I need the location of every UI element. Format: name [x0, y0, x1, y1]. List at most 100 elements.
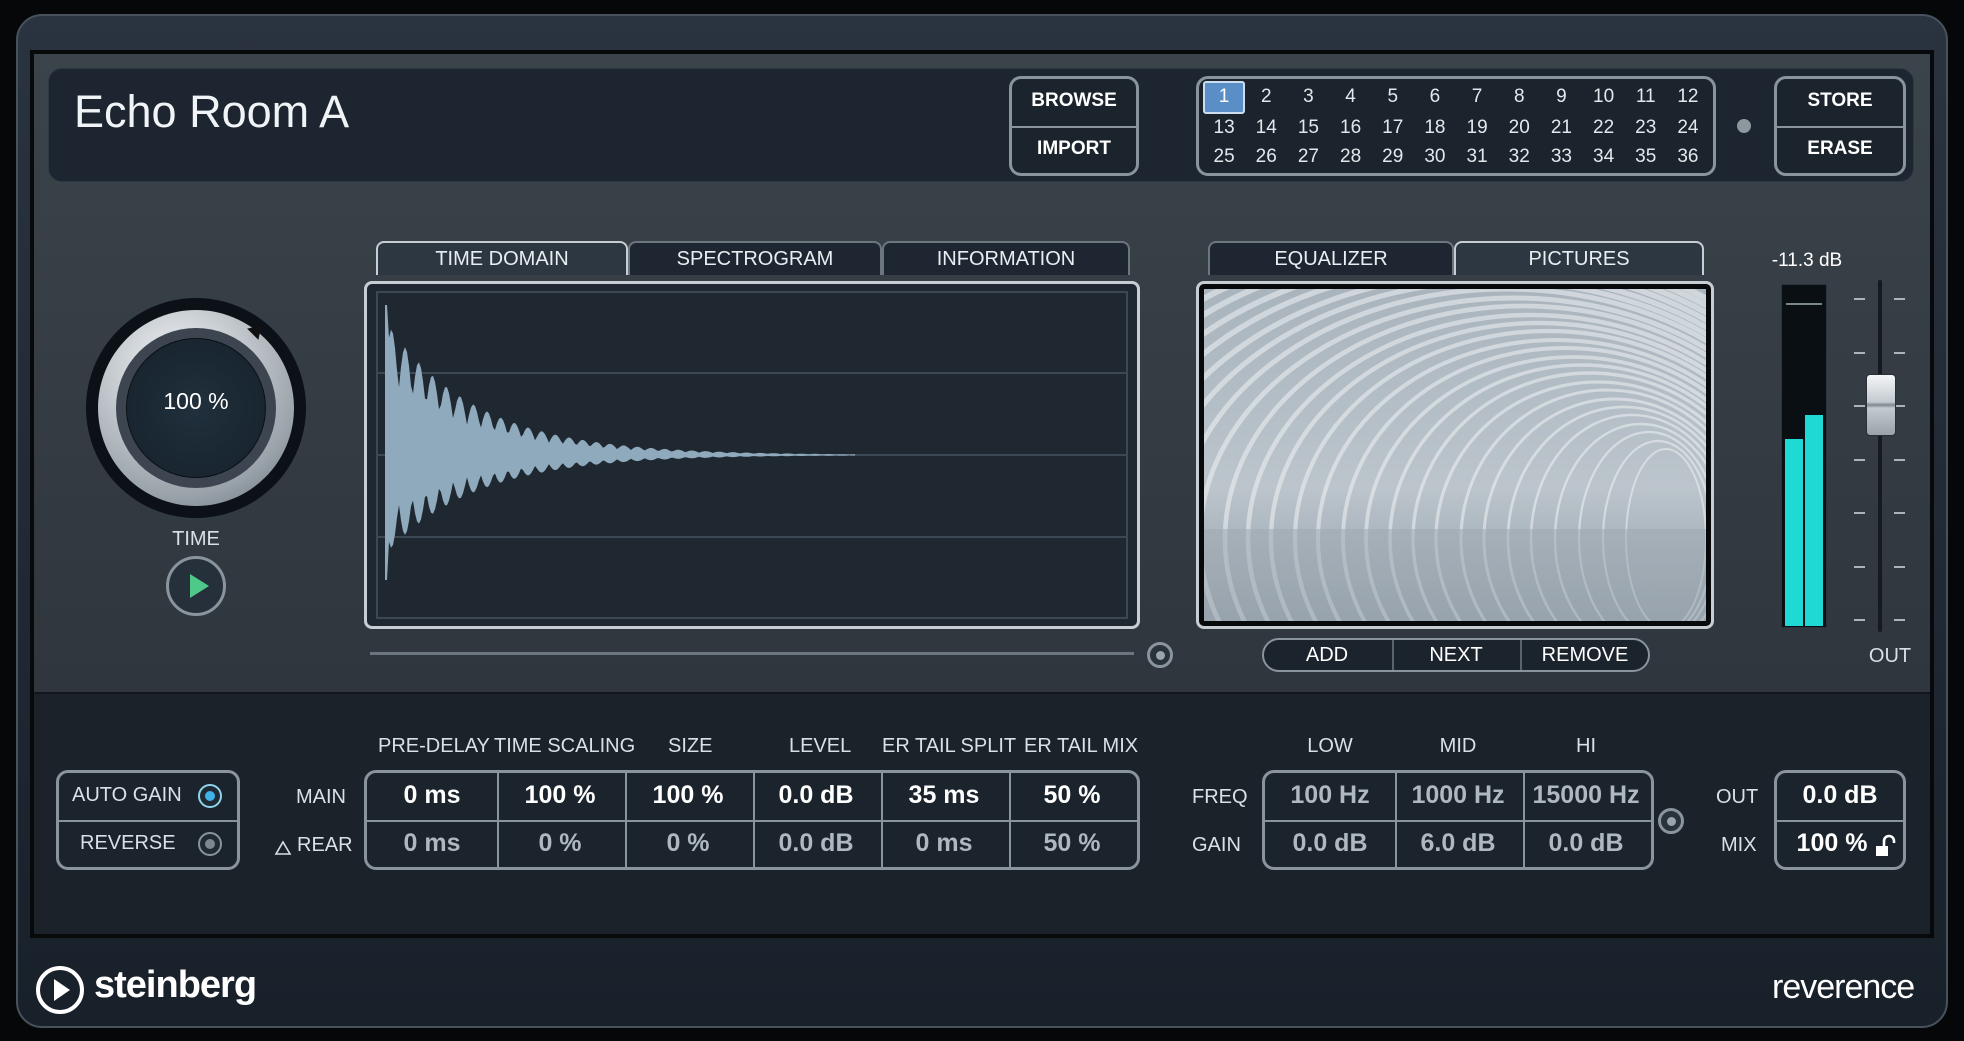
program-slot[interactable]: 29	[1372, 142, 1414, 171]
tab-pictures[interactable]: PICTURES	[1454, 241, 1704, 275]
main-param-value[interactable]: 50 %	[1008, 772, 1136, 818]
program-slot[interactable]: 26	[1245, 142, 1287, 171]
eq-freq-value[interactable]: 100 Hz	[1266, 772, 1394, 818]
program-slot[interactable]: 6	[1414, 81, 1456, 114]
program-slot[interactable]: 14	[1245, 114, 1287, 143]
program-slot[interactable]: 27	[1287, 142, 1329, 171]
program-slot[interactable]: 31	[1456, 142, 1498, 171]
tab-time-domain[interactable]: TIME DOMAIN	[376, 241, 628, 275]
eq-gain-value[interactable]: 6.0 dB	[1394, 820, 1522, 866]
program-slot[interactable]: 35	[1625, 142, 1667, 171]
display-scroll-bar[interactable]	[370, 652, 1134, 655]
program-slot[interactable]: 13	[1203, 114, 1245, 143]
main-param-value[interactable]: 100 %	[496, 772, 624, 818]
output-fader-handle[interactable]	[1866, 374, 1896, 436]
freq-label: FREQ	[1192, 786, 1248, 808]
rear-param-value[interactable]: 0 ms	[368, 820, 496, 866]
room-picture	[1204, 289, 1706, 621]
fader-tick	[1854, 405, 1865, 407]
program-slot[interactable]: 24	[1667, 114, 1709, 143]
tab-information[interactable]: INFORMATION	[882, 241, 1130, 275]
eq-toggle-button[interactable]	[1658, 808, 1684, 834]
add-picture-button[interactable]: ADD	[1262, 638, 1392, 672]
program-slot[interactable]: 1	[1203, 81, 1246, 114]
program-slot[interactable]: 16	[1330, 114, 1372, 143]
tab-spectrogram[interactable]: SPECTROGRAM	[628, 241, 882, 275]
program-slot[interactable]: 11	[1625, 81, 1667, 114]
fader-tick	[1894, 619, 1905, 621]
program-slot[interactable]: 18	[1414, 114, 1456, 143]
waveform-display	[364, 281, 1140, 629]
program-slot[interactable]: 10	[1583, 81, 1625, 114]
fader-tick	[1894, 351, 1905, 354]
program-slot[interactable]: 34	[1583, 142, 1625, 171]
rear-param-value[interactable]: 0 ms	[880, 820, 1008, 866]
eq-freq-value[interactable]: 15000 Hz	[1522, 772, 1650, 818]
main-param-value[interactable]: 100 %	[624, 772, 752, 818]
program-slot[interactable]: 9	[1540, 81, 1582, 114]
main-param-value[interactable]: 35 ms	[880, 772, 1008, 818]
program-slot[interactable]: 7	[1456, 81, 1498, 114]
output-fader-track[interactable]	[1878, 280, 1882, 632]
meter-bar-right	[1805, 415, 1823, 626]
program-slot[interactable]: 15	[1287, 114, 1329, 143]
next-picture-button[interactable]: NEXT	[1392, 638, 1520, 672]
program-slot[interactable]: 21	[1540, 114, 1582, 143]
param-header: ER TAIL MIX	[1024, 735, 1139, 757]
param-header: TIME SCALING	[494, 735, 636, 757]
program-slot[interactable]: 28	[1330, 142, 1372, 171]
program-slot[interactable]: 8	[1498, 81, 1540, 114]
lock-icon[interactable]	[1872, 834, 1898, 858]
program-slot[interactable]: 25	[1203, 142, 1245, 171]
fader-tick	[1854, 512, 1865, 514]
program-slot[interactable]: 20	[1498, 114, 1540, 143]
eq-band-header: LOW	[1307, 735, 1353, 757]
program-slot[interactable]: 23	[1625, 114, 1667, 143]
program-slot[interactable]: 3	[1287, 81, 1329, 114]
browse-button[interactable]: BROWSE	[1009, 78, 1139, 124]
auto-gain-toggle[interactable]	[198, 784, 222, 808]
fader-tick	[1854, 298, 1865, 300]
eq-gain-value[interactable]: 0.0 dB	[1266, 820, 1394, 866]
fader-tick	[1894, 565, 1905, 568]
erase-button[interactable]: ERASE	[1774, 126, 1906, 172]
rear-param-value[interactable]: 50 %	[1008, 820, 1136, 866]
preset-name[interactable]: Echo Room A	[74, 86, 349, 138]
slot-indicator-led	[1737, 119, 1751, 133]
eq-band-header: MID	[1439, 735, 1477, 757]
program-slot[interactable]: 36	[1667, 142, 1709, 171]
program-slot[interactable]: 2	[1245, 81, 1287, 114]
main-param-value[interactable]: 0 ms	[368, 772, 496, 818]
program-slot[interactable]: 33	[1540, 142, 1582, 171]
rear-param-value[interactable]: 0 %	[624, 820, 752, 866]
reverse-toggle[interactable]	[198, 832, 222, 856]
import-button[interactable]: IMPORT	[1009, 126, 1139, 172]
main-param-value[interactable]: 0.0 dB	[752, 772, 880, 818]
remove-picture-button[interactable]: REMOVE	[1520, 638, 1650, 672]
fader-tick	[1894, 512, 1905, 514]
program-slot[interactable]: 30	[1414, 142, 1456, 171]
eq-gain-value[interactable]: 0.0 dB	[1522, 820, 1650, 866]
rear-param-value[interactable]: 0 %	[496, 820, 624, 866]
program-slot[interactable]: 22	[1583, 114, 1625, 143]
reverse-label: REVERSE	[80, 832, 176, 854]
program-slot[interactable]: 19	[1456, 114, 1498, 143]
display-toggle-button[interactable]	[1147, 642, 1173, 668]
time-knob-label: TIME	[172, 528, 220, 550]
param-header: LEVEL	[789, 735, 852, 757]
program-slot[interactable]: 4	[1330, 81, 1372, 114]
program-slot[interactable]: 17	[1372, 114, 1414, 143]
param-header: SIZE	[668, 735, 713, 757]
eq-freq-value[interactable]: 1000 Hz	[1394, 772, 1522, 818]
program-slot[interactable]: 5	[1372, 81, 1414, 114]
output-fader-label: OUT	[1868, 645, 1912, 667]
fader-tick	[1854, 565, 1865, 568]
play-icon	[190, 574, 209, 598]
store-button[interactable]: STORE	[1774, 78, 1906, 124]
program-slot[interactable]: 32	[1498, 142, 1540, 171]
out-gain-value[interactable]: 0.0 dB	[1774, 772, 1906, 818]
program-slot[interactable]: 12	[1667, 81, 1709, 114]
tab-equalizer[interactable]: EQUALIZER	[1208, 241, 1454, 275]
rear-param-value[interactable]: 0.0 dB	[752, 820, 880, 866]
play-button[interactable]	[166, 556, 226, 616]
